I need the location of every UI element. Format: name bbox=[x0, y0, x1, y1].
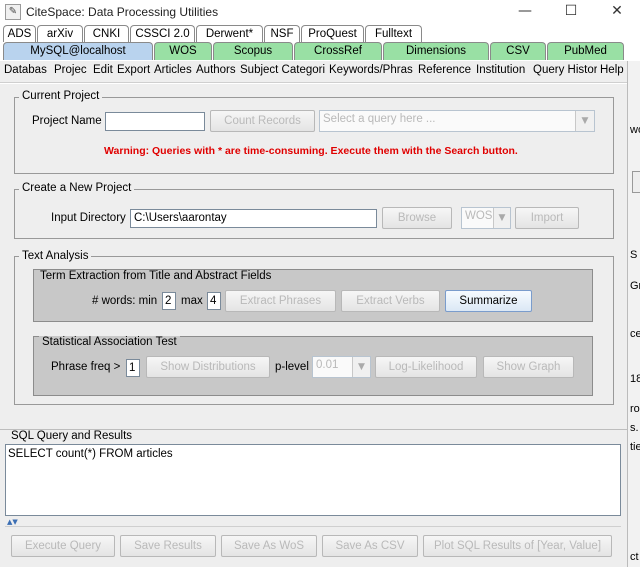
splitter-arrows-icon[interactable]: ▲▼ bbox=[7, 518, 18, 526]
strip-text: ct bbox=[630, 551, 639, 563]
strip-text: ce bbox=[630, 328, 640, 340]
tab-wos[interactable]: WOS bbox=[154, 42, 212, 60]
menu-project[interactable]: Projec bbox=[54, 64, 91, 76]
log-likelihood-button[interactable]: Log-Likelihood bbox=[375, 356, 477, 378]
input-directory-label: Input Directory bbox=[51, 212, 126, 224]
menu-export[interactable]: Export bbox=[117, 64, 153, 76]
menu-subject-categories[interactable]: Subject Categori bbox=[240, 64, 327, 76]
menu-database[interactable]: Databas bbox=[4, 64, 51, 76]
browse-button[interactable]: Browse bbox=[382, 207, 452, 229]
tab-derwent[interactable]: Derwent* bbox=[196, 25, 263, 42]
save-results-button[interactable]: Save Results bbox=[120, 535, 216, 557]
tab-mysql[interactable]: MySQL@localhost bbox=[3, 42, 153, 60]
chevron-down-icon[interactable]: ▼ bbox=[493, 208, 510, 228]
tab-arxiv[interactable]: arXiv bbox=[37, 25, 83, 42]
strip-text: wo bbox=[630, 124, 640, 136]
strip-text: S bbox=[630, 249, 638, 261]
summarize-button[interactable]: Summarize bbox=[445, 290, 532, 312]
tab-fulltext[interactable]: Fulltext bbox=[365, 25, 422, 42]
menu-institution[interactable]: Institution bbox=[476, 64, 531, 76]
tab-crossref[interactable]: CrossRef bbox=[294, 42, 382, 60]
tab-nsf[interactable]: NSF bbox=[264, 25, 300, 42]
sql-query-text: SELECT count(*) FROM articles bbox=[8, 448, 173, 460]
tab-pubmed[interactable]: PubMed bbox=[547, 42, 624, 60]
minimize-button[interactable]: — bbox=[502, 0, 548, 24]
stat-test-title: Statistical Association Test bbox=[39, 336, 180, 348]
save-as-csv-button[interactable]: Save As CSV bbox=[322, 535, 418, 557]
show-distributions-button[interactable]: Show Distributions bbox=[146, 356, 270, 378]
strip-text: s. bbox=[630, 422, 639, 434]
menu-bar: Databas Projec Edit Export Articles Auth… bbox=[0, 61, 627, 83]
chevron-down-icon[interactable]: ▼ bbox=[352, 357, 370, 377]
menu-reference[interactable]: Reference bbox=[418, 64, 473, 76]
window-title: CiteSpace: Data Processing Utilities bbox=[26, 5, 219, 19]
background-window-strip: wo S Gr ce 18 ro s. tie ct bbox=[627, 61, 640, 567]
max-label: max bbox=[181, 295, 203, 307]
tab-csv[interactable]: CSV bbox=[490, 42, 546, 60]
menu-articles[interactable]: Articles bbox=[154, 64, 195, 76]
sql-title: SQL Query and Results bbox=[11, 430, 133, 442]
text-analysis-title: Text Analysis bbox=[19, 250, 92, 262]
strip-text: tie bbox=[630, 441, 640, 453]
menu-keywords[interactable]: Keywords/Phras bbox=[329, 64, 415, 76]
import-button[interactable]: Import bbox=[515, 207, 579, 229]
divider bbox=[5, 526, 621, 527]
strip-box bbox=[632, 171, 640, 193]
project-name-input[interactable] bbox=[105, 112, 205, 131]
plot-sql-results-button[interactable]: Plot SQL Results of [Year, Value] bbox=[423, 535, 612, 557]
title-bar: ✎ CiteSpace: Data Processing Utilities —… bbox=[0, 0, 640, 24]
maximize-button[interactable]: ☐ bbox=[548, 0, 594, 24]
menu-authors[interactable]: Authors bbox=[196, 64, 237, 76]
extract-verbs-button[interactable]: Extract Verbs bbox=[341, 290, 440, 312]
p-level-label: p-level bbox=[275, 361, 309, 373]
extract-phrases-button[interactable]: Extract Phrases bbox=[225, 290, 336, 312]
term-extraction-title: Term Extraction from Title and Abstract … bbox=[37, 270, 275, 282]
query-select-placeholder: Select a query here ... bbox=[323, 113, 436, 125]
close-button[interactable]: ✕ bbox=[594, 0, 640, 24]
current-project-title: Current Project bbox=[19, 90, 103, 102]
menu-query-history[interactable]: Query Histor bbox=[533, 64, 597, 76]
phrase-freq-input[interactable]: 1 bbox=[126, 359, 140, 377]
query-select[interactable]: Select a query here ... bbox=[319, 110, 595, 132]
tab-proquest[interactable]: ProQuest bbox=[301, 25, 364, 42]
execute-query-button[interactable]: Execute Query bbox=[11, 535, 115, 557]
tab-scopus[interactable]: Scopus bbox=[213, 42, 293, 60]
strip-text: 18 bbox=[630, 373, 640, 385]
app-icon: ✎ bbox=[5, 4, 21, 20]
phrase-freq-label: Phrase freq > bbox=[51, 361, 121, 373]
warning-text: Warning: Queries with * are time-consumi… bbox=[104, 145, 518, 157]
tab-ads[interactable]: ADS bbox=[3, 25, 36, 42]
words-min-label: # words: min bbox=[92, 295, 158, 307]
tab-cnki[interactable]: CNKI bbox=[84, 25, 129, 42]
source-select-value: WOS bbox=[465, 210, 493, 222]
min-words-input[interactable]: 2 bbox=[162, 292, 176, 310]
strip-text: Gr bbox=[630, 280, 640, 292]
new-project-title: Create a New Project bbox=[19, 182, 135, 194]
strip-text: ro bbox=[630, 403, 640, 415]
input-directory-field[interactable]: C:\Users\aarontay bbox=[130, 209, 377, 228]
count-records-button[interactable]: Count Records bbox=[210, 110, 315, 132]
tab-cssci[interactable]: CSSCI 2.0 bbox=[130, 25, 195, 42]
menu-help[interactable]: Help bbox=[600, 64, 625, 76]
current-project-group bbox=[14, 97, 614, 174]
show-graph-button[interactable]: Show Graph bbox=[483, 356, 574, 378]
project-name-label: Project Name bbox=[32, 115, 102, 127]
menu-edit[interactable]: Edit bbox=[93, 64, 115, 76]
p-level-value: 0.01 bbox=[316, 359, 339, 371]
save-as-wos-button[interactable]: Save As WoS bbox=[221, 535, 317, 557]
max-words-input[interactable]: 4 bbox=[207, 292, 221, 310]
tab-dimensions[interactable]: Dimensions bbox=[383, 42, 489, 60]
chevron-down-icon[interactable]: ▼ bbox=[575, 111, 594, 131]
